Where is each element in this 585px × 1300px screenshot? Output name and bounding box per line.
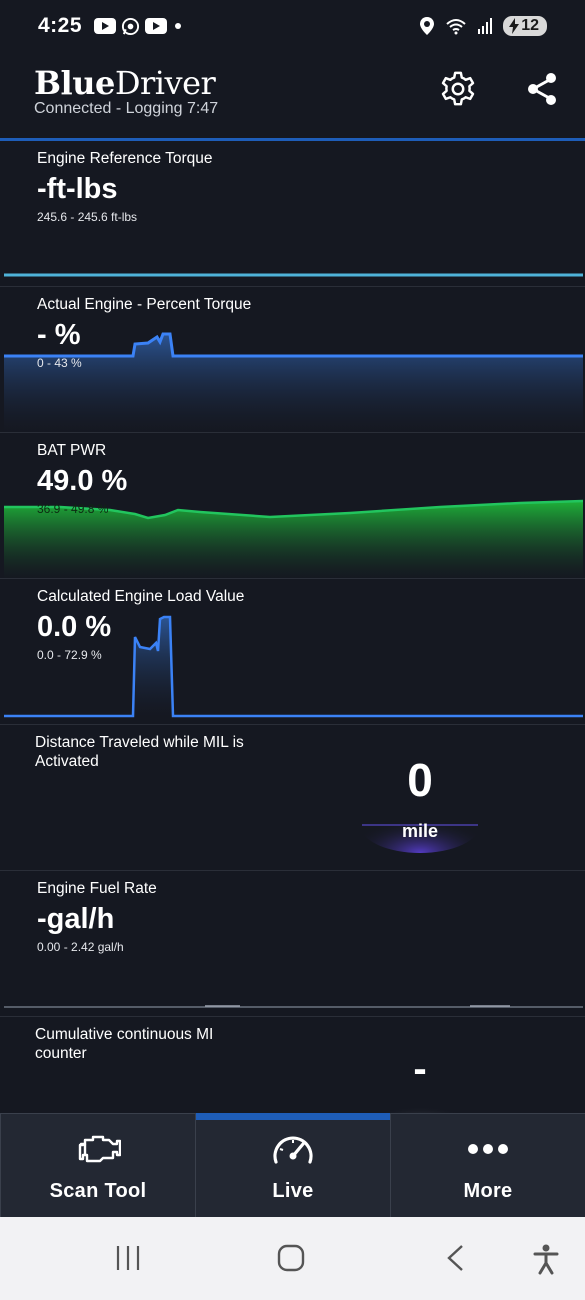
- gauge-card-calculated-engine-load-value[interactable]: Calculated Engine Load Value 0.0 % 0.0 -…: [0, 579, 585, 725]
- gauge-card-engine-reference-torque[interactable]: Engine Reference Torque -ft-lbs 245.6 - …: [0, 141, 585, 287]
- charging-bolt-icon: [509, 18, 520, 34]
- gauge-value: 0.0 %: [37, 611, 112, 643]
- recent-apps-icon[interactable]: [114, 1243, 142, 1273]
- gauge-range: 0 - 43 %: [37, 356, 82, 370]
- gauge-center: -: [360, 1047, 480, 1092]
- gauge-title: Calculated Engine Load Value: [37, 588, 245, 605]
- battery-level: 12: [521, 17, 539, 34]
- gauge-range: 36.9 - 49.8 %: [37, 502, 109, 516]
- tab-label: Scan Tool: [49, 1180, 147, 1202]
- youtube-icon: [145, 18, 168, 34]
- signal-icon: [478, 18, 493, 34]
- gauge-value: -: [413, 1047, 427, 1091]
- system-nav-bar: [0, 1217, 585, 1300]
- back-icon[interactable]: [444, 1243, 466, 1273]
- status-bar: 4:25 12: [0, 0, 585, 52]
- wifi-icon: [446, 19, 466, 35]
- gauge-card-bat-pwr[interactable]: BAT PWR 49.0 % 36.9 - 49.8 %: [0, 433, 585, 579]
- gauge-title: Actual Engine - Percent Torque: [37, 296, 252, 313]
- bottom-nav: Scan Tool Live More: [0, 1113, 585, 1217]
- dot-icon: [175, 23, 182, 29]
- status-notification-icons: [94, 17, 184, 36]
- gauge-value: - %: [37, 319, 81, 351]
- tab-label: Live: [272, 1180, 314, 1202]
- gauge-center: 0 mile: [360, 753, 480, 842]
- gauge-range: 0.0 - 72.9 %: [37, 648, 102, 662]
- tab-label: More: [463, 1180, 513, 1202]
- accessibility-icon[interactable]: [532, 1243, 560, 1275]
- gauge-graph: [4, 273, 583, 277]
- gauge-glow: [360, 797, 480, 853]
- tab-scan-tool[interactable]: Scan Tool: [0, 1114, 195, 1217]
- more-dots-icon: [468, 1144, 508, 1154]
- status-time: 4:25: [38, 14, 83, 37]
- gauge-card-actual-engine-percent-torque[interactable]: Actual Engine - Percent Torque - % 0 - 4…: [0, 287, 585, 433]
- gauge-card-cumulative-mi-counter[interactable]: Cumulative continuous MI counter -: [0, 1017, 585, 1113]
- speedometer-icon: [273, 1136, 313, 1164]
- app-header: BlueDriver Connected - Logging 7:47: [0, 52, 585, 138]
- gauge-unit: mile: [401, 821, 439, 841]
- whatsapp-icon: [121, 17, 140, 35]
- gauge-value: 0: [407, 754, 433, 806]
- youtube-icon: [94, 18, 117, 34]
- home-icon[interactable]: [276, 1243, 306, 1273]
- gauge-title: BAT PWR: [37, 442, 107, 459]
- location-icon: [420, 17, 435, 35]
- engine-icon: [78, 1135, 121, 1163]
- gauge-card-engine-fuel-rate[interactable]: Engine Fuel Rate -gal/h 0.00 - 2.42 gal/…: [0, 871, 585, 1017]
- settings-gear-icon[interactable]: [439, 70, 477, 108]
- gauge-graph: [4, 1005, 583, 1008]
- gauge-glow: [360, 1083, 480, 1113]
- gauge-value: 49.0 %: [37, 465, 128, 497]
- tab-more[interactable]: More: [390, 1114, 585, 1217]
- gauge-card-distance-traveled-mil[interactable]: Distance Traveled while MIL is Activated…: [0, 725, 585, 871]
- share-icon[interactable]: [525, 72, 559, 106]
- tab-live[interactable]: Live: [195, 1113, 390, 1217]
- battery-indicator: 12: [503, 16, 547, 36]
